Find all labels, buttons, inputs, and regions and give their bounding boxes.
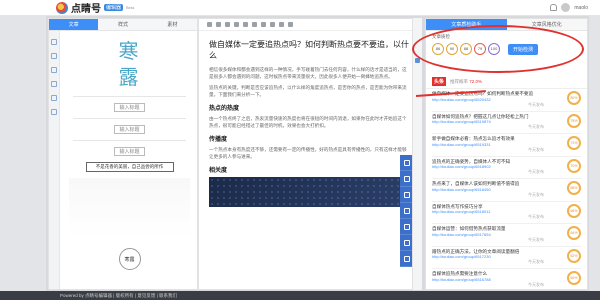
similarity-gauge: 68% — [567, 181, 581, 195]
list-item[interactable]: 追热点的正确姿势，自媒体人不可不知 http://toutiao.com/grou… — [432, 157, 581, 179]
style-panel: 文章 样式 素材 寒 露 输入标题 输入标题 输入标题 不是花香的美丽，自己品尝… — [48, 18, 198, 290]
article-meta: 今天发布 — [528, 146, 544, 152]
article-meta: 今天发布 — [528, 191, 544, 197]
article-meta: 今天发布 — [528, 259, 544, 264]
undo-icon[interactable] — [279, 22, 284, 27]
category-text-icon[interactable] — [51, 53, 57, 59]
similar-articles-list: 做自媒体一定要追热点吗？如何判断热点要不要追 http://toutiao.com… — [426, 89, 587, 292]
article-meta: 今天发布 — [528, 124, 544, 129]
category-card-icon[interactable] — [51, 95, 57, 101]
template-divider — [73, 96, 186, 97]
username[interactable]: maolo — [574, 5, 588, 11]
right-background — [589, 16, 600, 291]
style-category-sidebar — [49, 31, 60, 289]
similarity-gauge: 66% — [567, 203, 581, 218]
category-more-icon[interactable] — [51, 109, 57, 115]
logo-text: 点睛号 — [71, 4, 101, 15]
notification-bell-icon[interactable] — [550, 4, 558, 11]
sync-icon — [404, 191, 410, 198]
similarity-gauge: 60% — [567, 271, 581, 285]
similarity-gauge: 80% — [567, 91, 581, 105]
category-title-icon[interactable] — [51, 39, 57, 45]
image-icon[interactable] — [270, 22, 275, 27]
template-divider — [73, 140, 186, 141]
copy-icon — [404, 207, 410, 214]
list-item[interactable]: 自媒体运营：如何借势热点获取流量 http://toutiao.com/group… — [432, 224, 581, 247]
article-meta: 今天发布 — [528, 101, 544, 107]
settings-icon — [404, 239, 410, 246]
user-avatar[interactable] — [561, 3, 571, 12]
assistant-panel: 文章质检助手 文章风格优化 文章质检 86 90 88 79 100 开始检测 … — [412, 18, 588, 292]
save-icon — [404, 159, 410, 166]
toutiao-summary: 头条 推荐概率 72.0% — [426, 75, 587, 89]
top-navigation-bar: 点睛号 编辑器 Beta maolo — [0, 0, 600, 16]
article-paragraph[interactable]: 相信很多媒体和都会遇到这样的一种情况，手写碰着热门去任何内容，什么样的话才是适当… — [209, 66, 409, 80]
recommend-value: 72.0% — [469, 78, 483, 84]
tab-styles[interactable]: 样式 — [98, 19, 147, 30]
article-meta: 今天发布 — [528, 214, 544, 219]
logo-badge: 编辑器 — [104, 4, 124, 11]
article-paragraph[interactable]: 追热点的关键，判断是否应该追热点，以什么样的角度追热点，是否你的热点，是否能为你… — [209, 84, 409, 98]
template-title-3[interactable]: 输入标题 — [63, 147, 196, 156]
article-heading[interactable]: 热点的热度 — [209, 103, 409, 112]
logo-icon — [56, 1, 68, 14]
article-heading[interactable]: 传播度 — [209, 134, 409, 143]
article-meta: 今天发布 — [528, 281, 544, 287]
bold-icon[interactable] — [207, 22, 212, 27]
article-heading[interactable]: 相关度 — [209, 165, 409, 174]
tab-materials[interactable]: 素材 — [148, 19, 197, 30]
list-item[interactable]: 新手做自媒体必看：热点怎么追才有效果 http://toutiao.com/gro… — [432, 134, 581, 157]
list-icon[interactable] — [252, 22, 257, 27]
similarity-gauge: 70% — [567, 158, 581, 173]
font-color-icon[interactable] — [234, 22, 239, 27]
article-paragraph[interactable]: 一个热点本身有热度还不够，还需要有一定的传播性，好的热点是具有传播性的，只有这样… — [209, 146, 409, 160]
template-title-1[interactable]: 输入标题 — [63, 103, 196, 112]
logo-subtitle: Beta — [126, 5, 135, 10]
similarity-gauge: 73% — [567, 136, 581, 150]
list-item[interactable]: 自媒体热点写作技巧分享 http://toutiao.com/group/6518… — [432, 202, 581, 224]
footer-status-bar: Powered by 点睛号编辑器 | 版权所有 | 意见反馈 | 联系我们 — [0, 291, 600, 300]
template-preview-area[interactable] — [69, 178, 190, 238]
help-icon — [404, 255, 410, 262]
style-panel-tabs: 文章 样式 素材 — [49, 19, 197, 31]
category-image-icon[interactable] — [51, 67, 57, 73]
article-image[interactable] — [209, 177, 409, 207]
link-icon[interactable] — [261, 22, 266, 27]
list-item[interactable]: 热点来了，自媒体人该如何判断值不值得追 http://toutiao.com/gr… — [432, 179, 581, 202]
highlight-annotation — [412, 25, 584, 73]
tab-articles[interactable]: 文章 — [49, 19, 99, 30]
editor-toolbar — [199, 19, 419, 31]
style-template-list: 寒 露 输入标题 输入标题 输入标题 不是花香的美丽，自己品尝的所作 寒露 — [63, 34, 196, 288]
list-item[interactable]: 自媒体如何追热点？把握这几点让你轻松上热门 http://toutiao.com/… — [432, 112, 581, 134]
align-icon[interactable] — [243, 22, 248, 27]
similarity-gauge: 62% — [567, 248, 581, 263]
editor-content[interactable]: 做自媒体一定要追热点吗？如何判断热点要不要追，以什么 相信很多媒体和都会遇到这样… — [199, 31, 419, 289]
preview-icon — [404, 175, 410, 182]
template-quote-box[interactable]: 不是花香的美丽，自己品尝的所作 — [85, 162, 174, 172]
article-title[interactable]: 做自媒体一定要追热点吗？如何判断热点要不要追，以什么 — [209, 39, 409, 61]
clear-icon — [404, 223, 410, 230]
template-hanlu-title[interactable]: 寒 露 — [63, 38, 196, 90]
similarity-gauge: 75% — [567, 113, 581, 128]
category-divider-icon[interactable] — [51, 81, 57, 87]
redo-icon[interactable] — [288, 22, 293, 27]
underline-icon[interactable] — [225, 22, 230, 27]
article-paragraph[interactable]: 由一个热点终了之后，热衷流量快速的热度也将在很短的时间内消退，如果你在此时才开始… — [209, 115, 409, 129]
article-meta: 今天发布 — [528, 169, 544, 174]
article-editor[interactable]: 做自媒体一定要追热点吗？如何判断热点要不要追，以什么 相信很多媒体和都会遇到这样… — [198, 18, 420, 290]
app-logo[interactable]: 点睛号 编辑器 Beta — [56, 0, 134, 15]
italic-icon[interactable] — [216, 22, 221, 27]
template-title-2[interactable]: 输入标题 — [63, 125, 196, 134]
left-background — [0, 16, 46, 291]
list-item[interactable]: 蹭热点的正确方法，让你的文章阅读量翻倍 http://toutiao.com/gr… — [432, 247, 581, 269]
recommend-label: 推荐概率 — [450, 78, 469, 84]
toutiao-logo: 头条 — [432, 77, 447, 86]
similarity-gauge: 64% — [567, 226, 581, 240]
quality-check-section: 文章质检 86 90 88 79 100 开始检测 — [412, 25, 587, 97]
template-circle-badge[interactable]: 寒露 — [118, 248, 141, 270]
template-divider — [73, 118, 186, 119]
list-item[interactable]: 自媒体追热点需要注意什么 http://toutiao.com/group/651… — [432, 269, 581, 292]
article-meta: 今天发布 — [528, 236, 544, 242]
